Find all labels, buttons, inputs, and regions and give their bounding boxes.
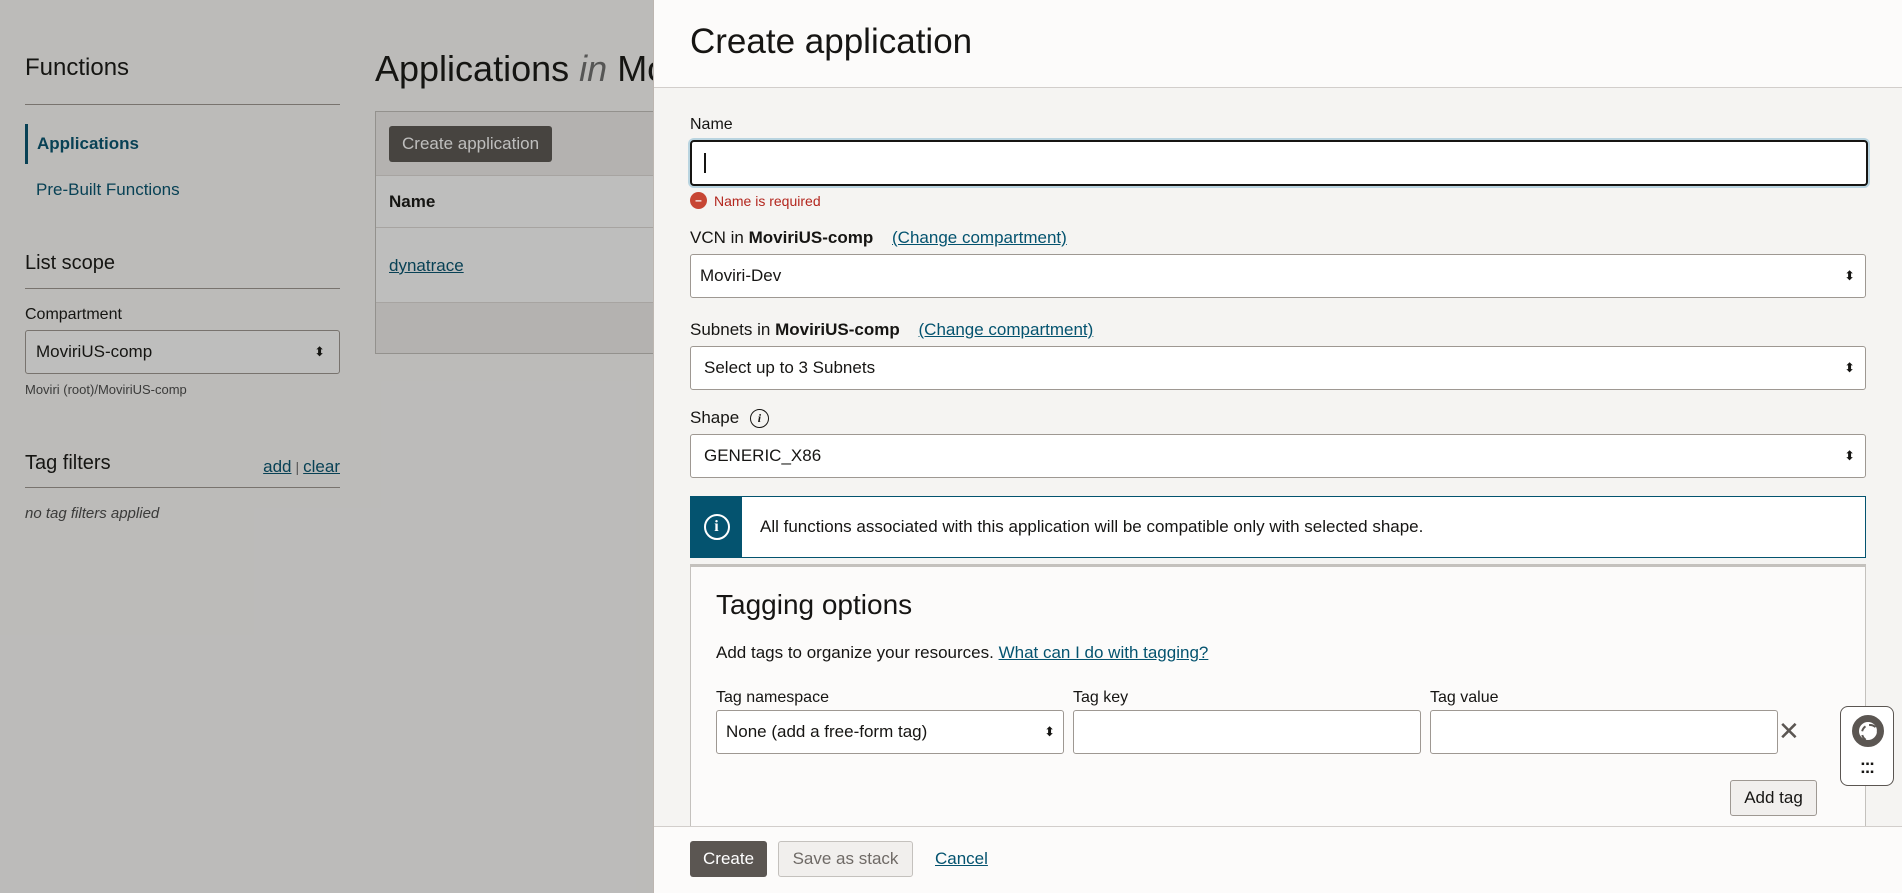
tagging-help-link[interactable]: What can I do with tagging? [999, 643, 1209, 662]
shape-info-banner: i All functions associated with this app… [690, 496, 1866, 558]
tag-namespace-label: Tag namespace [716, 689, 829, 706]
subnets-label: Subnets in MoviriUS-comp (Change compart… [690, 320, 1093, 340]
drawer-header: Create application [654, 0, 1902, 88]
drawer-footer: Create Save as stack Cancel [654, 826, 1902, 893]
tag-namespace-select[interactable]: None (add a free-form tag) ⬍ [716, 710, 1064, 754]
error-icon: – [690, 192, 707, 209]
drawer-title: Create application [690, 22, 973, 61]
shape-select[interactable]: GENERIC_X86 ⬍ [690, 434, 1866, 478]
select-arrows-icon: ⬍ [1044, 724, 1055, 739]
vcn-compartment: MoviriUS-comp [748, 228, 874, 247]
vcn-change-compartment-link[interactable]: (Change compartment) [892, 228, 1067, 247]
add-tag-button[interactable]: Add tag [1730, 780, 1817, 816]
subnets-select[interactable]: Select up to 3 Subnets ⬍ [690, 346, 1866, 390]
vcn-label-text: VCN in [690, 228, 744, 247]
subnets-placeholder: Select up to 3 Subnets [704, 358, 876, 377]
vcn-label: VCN in MoviriUS-comp (Change compartment… [690, 228, 1067, 248]
tagging-description-text: Add tags to organize your resources. [716, 643, 994, 662]
info-banner-message: All functions associated with this appli… [760, 517, 1424, 536]
shape-label-text: Shape [690, 408, 740, 427]
shape-value: GENERIC_X86 [704, 446, 822, 465]
text-caret [704, 153, 706, 173]
subnets-label-text: Subnets in [690, 320, 771, 339]
lifebuoy-icon [1852, 715, 1884, 747]
create-application-drawer: Create application Name – Name is requir… [653, 0, 1902, 893]
select-arrows-icon: ⬍ [1844, 360, 1855, 375]
save-as-stack-button[interactable]: Save as stack [778, 841, 913, 877]
info-icon: i [703, 514, 730, 540]
tag-value-input[interactable] [1430, 710, 1778, 754]
shape-label: Shape i [690, 408, 769, 429]
vcn-value: Moviri-Dev [700, 266, 782, 285]
tagging-title: Tagging options [716, 589, 913, 620]
select-arrows-icon: ⬍ [1844, 448, 1855, 463]
tag-value-label: Tag value [1430, 689, 1499, 706]
tagging-options-card: Tagging options Add tags to organize you… [690, 564, 1866, 834]
help-widget[interactable]: ▪▪▪ ▪▪▪ [1840, 706, 1894, 786]
tag-key-input[interactable] [1073, 710, 1421, 754]
tag-namespace-value: None (add a free-form tag) [726, 722, 928, 741]
info-banner-stripe: i [691, 497, 742, 557]
grid-menu-icon: ▪▪▪ ▪▪▪ [1861, 759, 1875, 778]
tag-key-label: Tag key [1073, 689, 1129, 706]
name-input[interactable] [690, 140, 1868, 186]
tagging-description: Add tags to organize your resources. Wha… [716, 643, 1208, 663]
subnets-change-compartment-link[interactable]: (Change compartment) [919, 320, 1094, 339]
subnets-compartment: MoviriUS-comp [775, 320, 900, 339]
name-error-text: Name is required [714, 192, 821, 209]
cancel-link[interactable]: Cancel [935, 849, 988, 869]
create-button[interactable]: Create [690, 841, 768, 877]
name-error: – Name is required [690, 192, 821, 209]
select-arrows-icon: ⬍ [1844, 268, 1855, 283]
info-icon[interactable]: i [749, 409, 769, 429]
remove-tag-close-icon[interactable]: ✕ [1778, 717, 1800, 745]
name-label: Name [690, 116, 733, 133]
vcn-select[interactable]: Moviri-Dev ⬍ [690, 254, 1866, 298]
